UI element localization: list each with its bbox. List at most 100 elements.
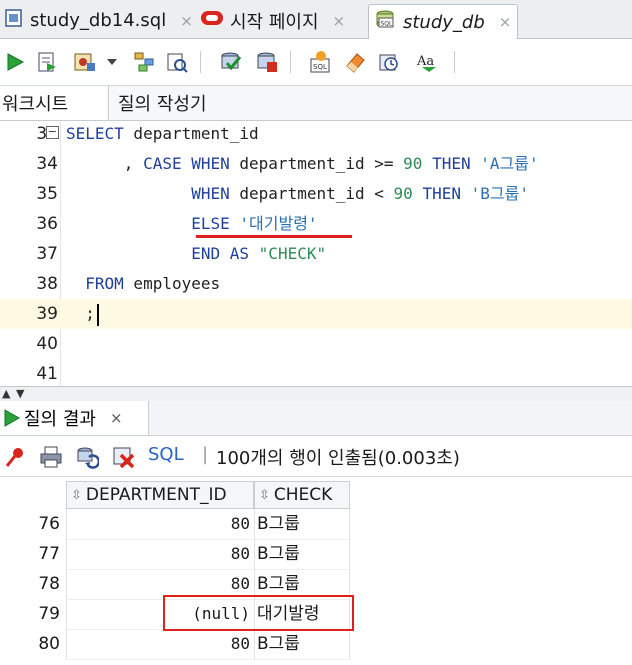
run-script-button[interactable]: [34, 49, 60, 75]
code-line[interactable]: 38 FROM employees: [0, 269, 632, 299]
explain-plan-button[interactable]: [132, 49, 158, 75]
results-tab-bar: 질의 결과 ×: [0, 401, 632, 436]
column-header-label: DEPARTMENT_ID: [85, 485, 227, 505]
editor-toolbar: SQL Aa: [0, 39, 632, 86]
code-line[interactable]: 41: [0, 359, 632, 389]
code-token: '대기발령': [239, 214, 318, 233]
line-number: 39: [36, 304, 58, 324]
row-number[interactable]: 78: [0, 569, 64, 599]
cell-department-id[interactable]: 80: [66, 539, 252, 569]
close-icon[interactable]: ×: [333, 12, 346, 30]
text-caret: [96, 303, 99, 326]
clear-button[interactable]: [342, 49, 368, 75]
code-line[interactable]: 35 WHEN department_id < 90 THEN 'B그룹': [0, 179, 632, 209]
commit-button[interactable]: [218, 49, 244, 75]
run-statement-button[interactable]: [2, 49, 28, 75]
freeze-result-button[interactable]: [2, 444, 28, 470]
cell-department-id[interactable]: 80: [66, 629, 252, 659]
code-token: department_id >=: [229, 154, 404, 173]
format-case-button[interactable]: Aa: [416, 49, 442, 75]
tuning-advisor-icon: [167, 53, 188, 73]
cell-department-id[interactable]: 80: [66, 509, 252, 539]
code-token: THEN: [422, 184, 461, 203]
tab-start-page[interactable]: 시작 페이지 ×: [196, 4, 364, 37]
sql-editor[interactable]: 33−SELECT department_id34 , CASE WHEN de…: [0, 121, 632, 386]
line-number: 41: [36, 364, 58, 384]
close-icon[interactable]: ×: [499, 13, 512, 31]
code-token: ELSE: [191, 214, 230, 233]
cancel-icon: [113, 447, 135, 469]
code-token: WHEN: [191, 184, 230, 203]
autotrace-dropdown[interactable]: [104, 49, 120, 75]
code-line[interactable]: 33−SELECT department_id: [0, 119, 632, 149]
pane-splitter[interactable]: ▲ ▼: [0, 386, 632, 402]
code-text: WHEN department_id < 90 THEN 'B그룹': [66, 179, 529, 209]
code-line[interactable]: 39 ;: [0, 299, 632, 329]
explain-plan-icon: [134, 52, 154, 72]
sql-file-icon: [4, 8, 24, 33]
tab-label: study_db14.sql: [30, 10, 167, 31]
fold-toggle-icon[interactable]: −: [46, 126, 59, 139]
rollback-button[interactable]: [254, 49, 280, 75]
code-token: END AS: [191, 244, 250, 263]
collapse-down-icon[interactable]: ▼: [16, 387, 24, 400]
collapse-up-icon[interactable]: ▲: [2, 387, 10, 400]
cancel-query-button[interactable]: [110, 444, 136, 470]
history-icon: [379, 54, 398, 71]
file-tab-bar: study_db14.sql × 시작 페이지 × SQL study_db ×: [0, 0, 632, 39]
toolbar-separator: [290, 51, 291, 73]
results-grid[interactable]: ⇳ DEPARTMENT_ID ⇳ CHECK 76 80 B그룹 77 80 B그룹 78…: [0, 477, 632, 665]
column-header-department-id[interactable]: ⇳ DEPARTMENT_ID: [66, 481, 254, 509]
code-text: SELECT department_id: [66, 119, 259, 149]
line-number: 37: [36, 244, 58, 264]
autotrace-button[interactable]: [72, 49, 98, 75]
row-number[interactable]: 77: [0, 539, 64, 569]
toolbar-separator: [454, 51, 455, 73]
code-token: 90: [403, 154, 423, 173]
close-icon[interactable]: ×: [180, 12, 193, 30]
cell-check[interactable]: B그룹: [254, 539, 350, 569]
cell-check[interactable]: B그룹: [254, 509, 350, 539]
code-line[interactable]: 34 , CASE WHEN department_id >= 90 THEN …: [0, 149, 632, 179]
line-number: 38: [36, 274, 58, 294]
tab-study-db14-sql[interactable]: study_db14.sql ×: [0, 4, 193, 37]
code-token: 'B그룹': [470, 184, 529, 203]
tab-label: 질의 결과: [24, 409, 96, 430]
results-toolbar: SQL | 100개의 행이 인출됨(0.003초): [0, 436, 632, 477]
code-token: THEN: [432, 154, 471, 173]
column-header-check[interactable]: ⇳ CHECK: [254, 481, 350, 509]
oracle-logo-icon: [200, 8, 224, 33]
tab-study-db[interactable]: SQL study_db ×: [368, 4, 518, 39]
tab-query-builder[interactable]: 질의 작성기: [118, 86, 207, 120]
cell-check[interactable]: B그룹: [254, 629, 350, 659]
code-line[interactable]: 40: [0, 329, 632, 359]
unshared-sql-button[interactable]: SQL: [308, 49, 334, 75]
tab-worksheet[interactable]: 워크시트: [0, 86, 109, 120]
row-number[interactable]: 80: [0, 629, 64, 659]
close-icon[interactable]: ×: [110, 409, 123, 427]
sql-link[interactable]: SQL: [148, 444, 184, 465]
code-text: ;: [66, 299, 99, 329]
code-token: employees: [123, 274, 221, 293]
code-line[interactable]: 37 END AS "CHECK": [0, 239, 632, 269]
row-number[interactable]: 79: [0, 599, 64, 629]
table-row[interactable]: 80 80 B그룹: [0, 629, 352, 659]
print-button[interactable]: [38, 444, 64, 470]
annotation-box: [163, 595, 354, 631]
sql-tuning-button[interactable]: [164, 49, 190, 75]
sort-icon: ⇳: [71, 487, 82, 503]
toolbar-separator: [200, 51, 201, 73]
row-number[interactable]: 76: [0, 509, 64, 539]
line-number: 34: [36, 154, 58, 174]
refresh-button[interactable]: [74, 444, 100, 470]
table-row[interactable]: 77 80 B그룹: [0, 539, 352, 569]
table-row[interactable]: 76 80 B그룹: [0, 509, 352, 539]
tab-query-result[interactable]: 질의 결과 ×: [0, 401, 149, 435]
line-number: 36: [36, 214, 58, 234]
status-separator: |: [202, 444, 209, 465]
history-button[interactable]: [376, 49, 402, 75]
